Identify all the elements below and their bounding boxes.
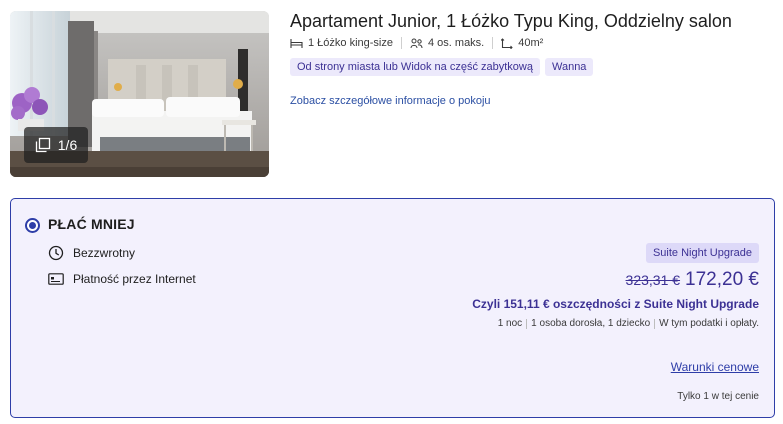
tag-view: Od strony miasta lub Widok na część zaby… (290, 58, 540, 76)
new-price: 172,20 € (685, 269, 759, 290)
old-price: 323,31 € (625, 272, 681, 288)
room-specs: 1 Łóżko king-size 4 os. maks. 40m² (290, 37, 543, 49)
rate-radio[interactable] (25, 218, 40, 233)
spec-bed-text: 1 Łóżko king-size (308, 37, 393, 49)
clock-icon (48, 245, 64, 261)
credit-card-icon (48, 273, 64, 285)
rate-card[interactable]: PŁAĆ MNIEJ Bezzwrotny Płatność przez Int… (10, 198, 775, 418)
feature-refund: Bezzwrotny (48, 245, 135, 261)
gallery-icon (35, 137, 50, 153)
price-detail-guests: 1 osoba dorosła, 1 dziecko (531, 318, 651, 329)
photo-counter-text: 1/6 (57, 137, 78, 153)
spec-bed: 1 Łóżko king-size (290, 37, 393, 49)
rate-name: PŁAĆ MNIEJ (48, 216, 135, 232)
savings-text: Czyli 151,11 € oszczędności z Suite Nigh… (472, 297, 759, 311)
price-detail-nights: 1 noc (497, 318, 523, 329)
spec-area-text: 40m² (518, 37, 544, 49)
price-conditions-link[interactable]: Warunki cenowe (671, 360, 759, 374)
photo-counter[interactable]: 1/6 (24, 127, 88, 163)
area-icon (501, 37, 513, 49)
spec-occupancy: 4 os. maks. (410, 37, 484, 49)
room-photo[interactable]: 1/6 (10, 11, 269, 177)
room-title: Apartament Junior, 1 Łóżko Typu King, Od… (290, 11, 732, 31)
spec-area: 40m² (501, 37, 543, 49)
room-details-link[interactable]: Zobacz szczegółowe informacje o pokoju (290, 95, 491, 107)
availability-text: Tylko 1 w tej cenie (677, 391, 759, 402)
bed-icon (290, 38, 303, 48)
price-row: 323,31 € 172,20 € (626, 269, 759, 291)
tag-bathtub: Wanna (544, 58, 594, 76)
price-detail-taxes: W tym podatki i opłaty. (659, 318, 759, 329)
feature-refund-text: Bezzwrotny (73, 246, 136, 260)
spec-divider (492, 37, 494, 49)
price-detail-divider (654, 318, 656, 329)
people-icon (410, 38, 423, 48)
spec-divider (401, 37, 402, 49)
room-tags: Od strony miasta lub Widok na część zaby… (290, 58, 594, 76)
price-details: 1 noc 1 osoba dorosła, 1 dziecko W tym p… (498, 318, 759, 329)
price-detail-divider (526, 318, 528, 329)
upgrade-badge: Suite Night Upgrade (645, 243, 759, 263)
spec-occupancy-text: 4 os. maks. (428, 37, 485, 49)
feature-payment: Płatność przez Internet (48, 272, 196, 286)
feature-payment-text: Płatność przez Internet (73, 272, 196, 286)
